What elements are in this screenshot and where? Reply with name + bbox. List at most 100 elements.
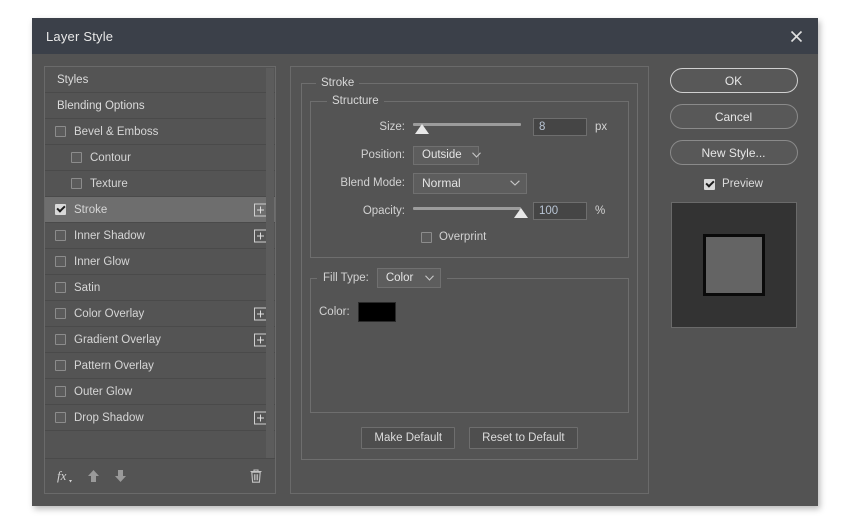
effect-checkbox[interactable]	[55, 386, 66, 397]
effect-row-label: Inner Shadow	[74, 229, 145, 242]
color-swatch[interactable]	[357, 302, 396, 322]
effect-checkbox[interactable]	[55, 256, 66, 267]
effect-row-gradient-overlay[interactable]: Gradient Overlay	[45, 327, 275, 353]
effect-row-bevel-emboss[interactable]: Bevel & Emboss	[45, 119, 275, 145]
fill-type-legend: Fill Type: Color	[317, 268, 447, 288]
opacity-row: Opacity: %	[321, 199, 618, 223]
size-label: Size:	[379, 121, 405, 133]
structure-group: Structure Size: px Position:	[310, 95, 629, 258]
color-row: Color:	[311, 288, 628, 322]
effect-row-texture[interactable]: Texture	[45, 171, 275, 197]
dialog-title: Layer Style	[46, 28, 114, 44]
preview-swatch	[702, 234, 765, 296]
size-input[interactable]	[533, 118, 587, 136]
effect-row-label: Styles	[57, 73, 89, 86]
effect-row-label: Color Overlay	[74, 307, 145, 320]
effect-row-blending-options[interactable]: Blending Options	[45, 93, 275, 119]
size-unit: px	[595, 121, 608, 133]
effect-row-label: Texture	[90, 177, 128, 190]
effects-toolbar: fx	[45, 459, 275, 493]
layer-style-dialog: Layer Style Styles Blending Options Bevel …	[32, 18, 818, 506]
opacity-slider-thumb[interactable]	[514, 208, 528, 218]
chevron-down-icon	[471, 152, 481, 158]
fx-icon[interactable]: fx	[57, 468, 73, 484]
color-label: Color:	[319, 306, 350, 318]
close-icon[interactable]	[784, 24, 808, 48]
stroke-group-legend: Stroke	[321, 77, 355, 89]
size-slider-track	[413, 123, 521, 126]
blend-mode-row: Blend Mode: Normal	[321, 171, 618, 195]
blend-mode-dropdown[interactable]: Normal	[413, 172, 527, 194]
size-slider-thumb[interactable]	[414, 124, 429, 134]
default-buttons: Make Default Reset to Default	[310, 427, 629, 449]
effect-row-label: Inner Glow	[74, 255, 130, 268]
effect-checkbox[interactable]	[55, 204, 66, 215]
position-label: Position:	[360, 149, 405, 161]
effect-row-inner-glow[interactable]: Inner Glow	[45, 249, 275, 275]
size-row: Size: px	[321, 115, 618, 139]
chevron-down-icon	[424, 275, 434, 281]
effects-scrollbar-thumb[interactable]	[266, 68, 274, 458]
size-slider[interactable]	[413, 119, 521, 135]
effect-checkbox[interactable]	[55, 126, 66, 137]
effect-checkbox[interactable]	[55, 360, 66, 371]
arrow-down-icon[interactable]	[114, 469, 127, 483]
ok-button[interactable]: OK	[669, 68, 798, 93]
effect-row-label: Stroke	[74, 203, 108, 216]
preview-label: Preview	[722, 178, 763, 190]
cancel-button[interactable]: Cancel	[669, 104, 798, 129]
fill-type-value: Color	[385, 272, 414, 284]
opacity-slider[interactable]	[413, 203, 528, 219]
blend-mode-label: Blend Mode:	[340, 177, 405, 189]
effect-row-satin[interactable]: Satin	[45, 275, 275, 301]
effect-row-label: Pattern Overlay	[74, 359, 154, 372]
reset-to-default-button[interactable]: Reset to Default	[469, 427, 578, 449]
effect-checkbox[interactable]	[55, 230, 66, 241]
effects-list: Styles Blending Options Bevel & Emboss Cont…	[45, 67, 275, 445]
effect-row-label: Bevel & Emboss	[74, 125, 159, 138]
effect-checkbox[interactable]	[55, 334, 66, 345]
effects-scrollbar[interactable]	[266, 68, 274, 458]
effect-row-outer-glow[interactable]: Outer Glow	[45, 379, 275, 405]
chevron-down-icon	[510, 180, 520, 186]
effect-row-drop-shadow[interactable]: Drop Shadow	[45, 405, 275, 431]
blend-mode-value: Normal	[422, 176, 461, 190]
effect-checkbox[interactable]	[55, 412, 66, 423]
effect-row-label: Outer Glow	[74, 385, 133, 398]
effect-row-label: Blending Options	[57, 99, 145, 112]
opacity-input[interactable]	[533, 202, 587, 220]
preview-row: Preview	[704, 178, 763, 190]
position-value: Outside	[422, 149, 462, 161]
dialog-body: Styles Blending Options Bevel & Emboss Cont…	[32, 54, 818, 506]
settings-panel: Stroke Structure Size: px	[290, 66, 649, 494]
opacity-unit: %	[595, 205, 606, 217]
overprint-label: Overprint	[439, 231, 487, 243]
position-dropdown[interactable]: Outside	[413, 145, 481, 165]
effect-row-label: Satin	[74, 281, 101, 294]
svg-text:fx: fx	[57, 468, 67, 483]
effect-row-label: Drop Shadow	[74, 411, 144, 424]
stroke-group: Stroke Structure Size: px	[301, 77, 638, 460]
trash-icon[interactable]	[249, 468, 263, 484]
effect-row-pattern-overlay[interactable]: Pattern Overlay	[45, 353, 275, 379]
effects-list-spacer	[45, 445, 275, 459]
arrow-up-icon[interactable]	[87, 469, 100, 483]
position-row: Position: Outside	[321, 143, 618, 167]
new-style-button[interactable]: New Style...	[669, 140, 798, 165]
effect-row-color-overlay[interactable]: Color Overlay	[45, 301, 275, 327]
effect-row-contour[interactable]: Contour	[45, 145, 275, 171]
opacity-slider-track	[413, 207, 521, 210]
effect-checkbox[interactable]	[71, 178, 82, 189]
fill-type-dropdown[interactable]: Color	[376, 268, 441, 288]
make-default-button[interactable]: Make Default	[361, 427, 456, 449]
effect-row-inner-shadow[interactable]: Inner Shadow	[45, 223, 275, 249]
effect-checkbox[interactable]	[55, 282, 66, 293]
effect-checkbox[interactable]	[55, 308, 66, 319]
effect-row-stroke[interactable]: Stroke	[45, 197, 275, 223]
preview-checkbox[interactable]	[704, 178, 716, 190]
effect-checkbox[interactable]	[71, 152, 82, 163]
effect-row-label: Gradient Overlay	[74, 333, 161, 346]
effect-row-label: Contour	[90, 151, 131, 164]
effect-row-styles[interactable]: Styles	[45, 67, 275, 93]
overprint-checkbox[interactable]	[421, 231, 432, 243]
